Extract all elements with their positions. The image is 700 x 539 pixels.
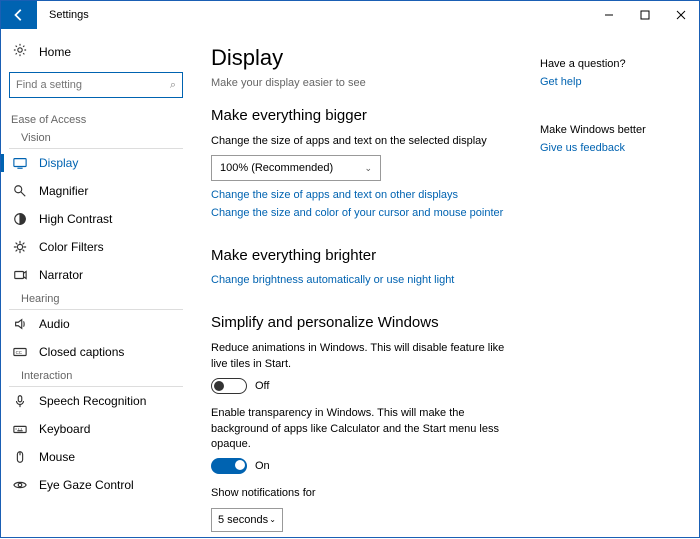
captions-icon: CC [13, 345, 27, 359]
subgroup-vision: Vision [9, 128, 183, 149]
search-field[interactable] [16, 79, 170, 91]
question-heading: Have a question? [540, 58, 680, 70]
nav-label: Keyboard [39, 422, 90, 436]
gear-icon [13, 43, 27, 60]
chevron-down-icon: ⌄ [269, 515, 276, 524]
contrast-icon [13, 212, 27, 226]
nav-label: Eye Gaze Control [39, 478, 134, 492]
scale-dropdown[interactable]: 100% (Recommended) ⌄ [211, 155, 381, 181]
nav-speech[interactable]: Speech Recognition [1, 387, 191, 415]
group-label: Ease of Access [1, 108, 191, 128]
back-button[interactable] [1, 1, 37, 29]
nav-label: Speech Recognition [39, 394, 146, 408]
nav-label: Magnifier [39, 184, 88, 198]
sidebar: Home ⌕ Ease of Access Vision Display Mag… [1, 29, 191, 539]
nav-label: Narrator [39, 268, 83, 282]
nav-label: Mouse [39, 450, 75, 464]
search-icon: ⌕ [170, 79, 176, 92]
nav-high-contrast[interactable]: High Contrast [1, 205, 191, 233]
transparency-toggle[interactable] [211, 458, 247, 474]
better-heading: Make Windows better [540, 124, 680, 136]
titlebar: Settings [1, 1, 699, 29]
mouse-icon [13, 450, 27, 464]
nav-display[interactable]: Display [1, 149, 191, 177]
nav-label: Display [39, 156, 78, 170]
link-other-displays[interactable]: Change the size of apps and text on othe… [211, 189, 679, 201]
nav-label: Closed captions [39, 345, 124, 359]
nav-keyboard[interactable]: Keyboard [1, 415, 191, 443]
magnifier-icon [13, 184, 27, 198]
animations-desc: Reduce animations in Windows. This will … [211, 341, 511, 372]
search-input[interactable]: ⌕ [9, 72, 183, 98]
nav-audio[interactable]: Audio [1, 310, 191, 338]
scale-value: 100% (Recommended) [220, 162, 333, 174]
scale-desc: Change the size of apps and text on the … [211, 134, 511, 149]
transparency-state: On [255, 460, 270, 472]
subgroup-hearing: Hearing [9, 289, 183, 310]
right-column: Have a question? Get help Make Windows b… [540, 58, 680, 190]
keyboard-icon [13, 422, 27, 436]
transparency-desc: Enable transparency in Windows. This wil… [211, 406, 511, 452]
notif-value: 5 seconds [218, 514, 268, 526]
nav-mouse[interactable]: Mouse [1, 443, 191, 471]
maximize-button[interactable] [627, 1, 663, 29]
section-simplify: Simplify and personalize Windows [211, 314, 679, 331]
close-button[interactable] [663, 1, 699, 29]
chevron-down-icon: ⌄ [364, 163, 372, 174]
feedback-link[interactable]: Give us feedback [540, 142, 680, 154]
nav-narrator[interactable]: Narrator [1, 261, 191, 289]
eye-icon [13, 478, 27, 492]
audio-icon [13, 317, 27, 331]
link-brightness[interactable]: Change brightness automatically or use n… [211, 274, 679, 286]
get-help-link[interactable]: Get help [540, 76, 680, 88]
notif-dropdown[interactable]: 5 seconds ⌄ [211, 508, 283, 532]
window-controls [591, 1, 699, 29]
nav-label: Audio [39, 317, 70, 331]
monitor-icon [13, 156, 27, 170]
home-button[interactable]: Home [1, 37, 191, 66]
section-brighter: Make everything brighter [211, 247, 679, 264]
minimize-button[interactable] [591, 1, 627, 29]
svg-text:CC: CC [16, 350, 22, 355]
nav-magnifier[interactable]: Magnifier [1, 177, 191, 205]
nav-eye-gaze[interactable]: Eye Gaze Control [1, 471, 191, 499]
home-label: Home [39, 45, 71, 59]
nav-color-filters[interactable]: Color Filters [1, 233, 191, 261]
nav-label: High Contrast [39, 212, 112, 226]
narrator-icon [13, 268, 27, 282]
link-cursor[interactable]: Change the size and color of your cursor… [211, 207, 679, 219]
color-filters-icon [13, 240, 27, 254]
mic-icon [13, 394, 27, 408]
animations-toggle[interactable] [211, 378, 247, 394]
animations-state: Off [255, 380, 269, 392]
window-title: Settings [37, 9, 89, 21]
nav-label: Color Filters [39, 240, 104, 254]
nav-closed-captions[interactable]: CC Closed captions [1, 338, 191, 366]
subgroup-interaction: Interaction [9, 366, 183, 387]
notif-label: Show notifications for [211, 486, 511, 501]
